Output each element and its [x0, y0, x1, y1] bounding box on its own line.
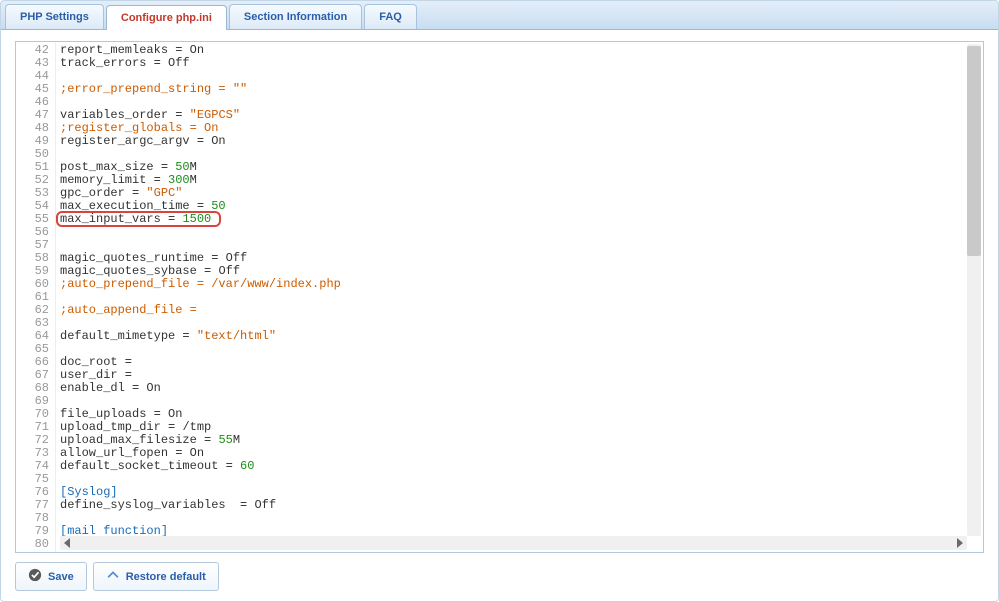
horizontal-scrollbar[interactable]	[60, 536, 967, 550]
tab-php-settings[interactable]: PHP Settings	[5, 4, 104, 29]
code-editor[interactable]: 42 43 44 45 46 47 48 49 50 51 52 53 54 5…	[16, 42, 983, 552]
footer-toolbar: Save Restore default	[15, 562, 219, 591]
vertical-scrollbar[interactable]	[967, 44, 981, 536]
vertical-scroll-thumb[interactable]	[967, 46, 981, 256]
restore-button-label: Restore default	[126, 571, 206, 583]
chevron-up-icon	[106, 568, 120, 585]
scroll-left-icon[interactable]	[64, 538, 70, 548]
tab-bar: PHP SettingsConfigure php.iniSection Inf…	[1, 1, 998, 30]
restore-default-button[interactable]: Restore default	[93, 562, 219, 591]
editor-panel: 42 43 44 45 46 47 48 49 50 51 52 53 54 5…	[15, 41, 984, 553]
code-area[interactable]: report_memleaks = On track_errors = Off …	[56, 42, 983, 552]
scroll-right-icon[interactable]	[957, 538, 963, 548]
tab-section-information[interactable]: Section Information	[229, 4, 362, 29]
tab-configure-php-ini[interactable]: Configure php.ini	[106, 5, 227, 30]
save-button-label: Save	[48, 571, 74, 583]
check-circle-icon	[28, 568, 42, 585]
save-button[interactable]: Save	[15, 562, 87, 591]
app-window: PHP SettingsConfigure php.iniSection Inf…	[0, 0, 999, 602]
tab-faq[interactable]: FAQ	[364, 4, 417, 29]
line-number-gutter: 42 43 44 45 46 47 48 49 50 51 52 53 54 5…	[16, 42, 56, 552]
